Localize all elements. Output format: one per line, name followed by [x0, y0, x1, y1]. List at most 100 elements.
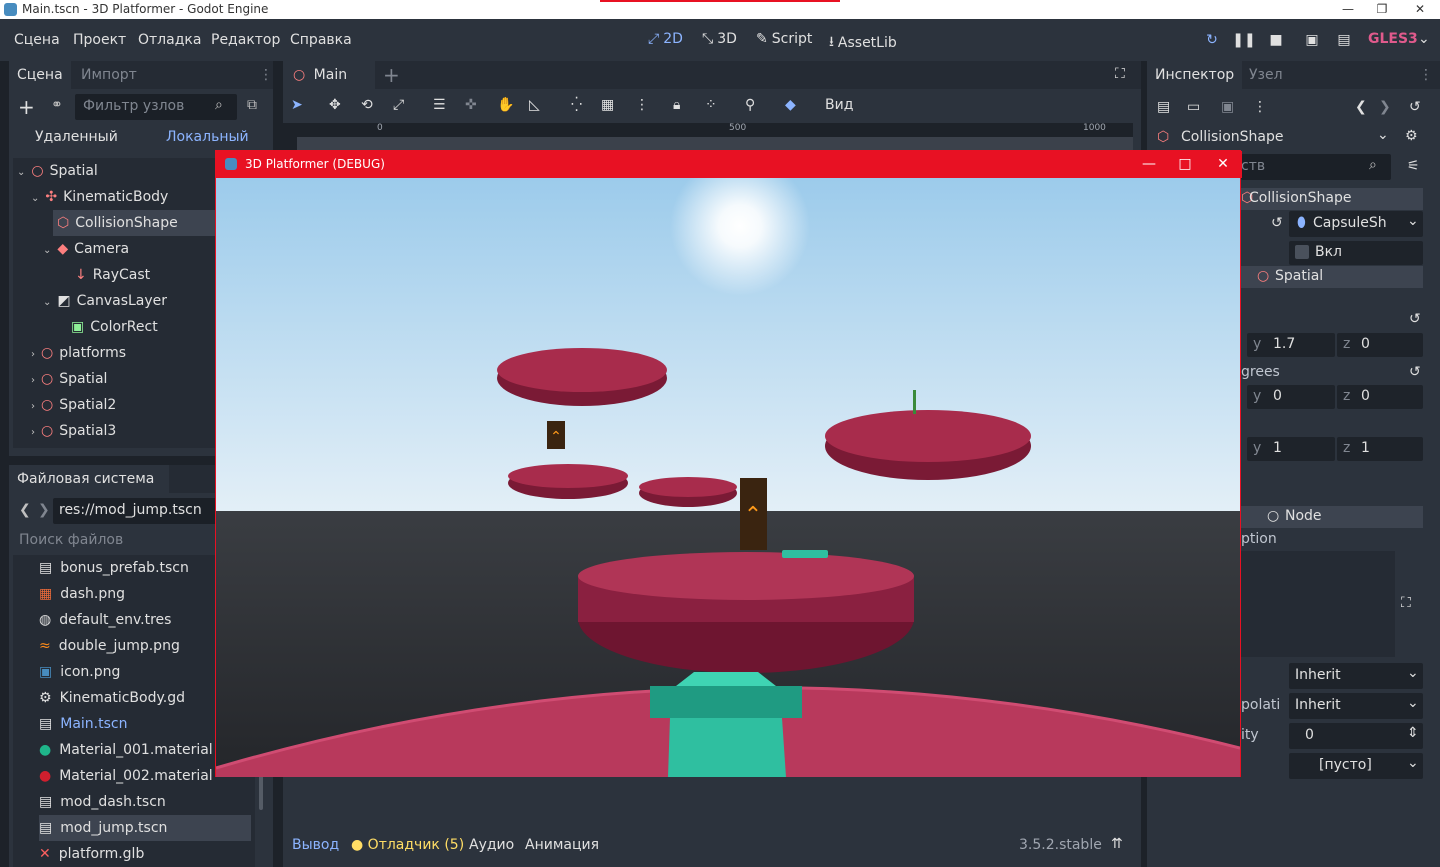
tree-node-spatial[interactable]: › ○ Spatial: [27, 366, 107, 392]
tree-node-raycast[interactable]: ↓ RayCast: [75, 262, 150, 288]
filter-options-icon[interactable]: ⚟: [1407, 158, 1420, 174]
menu-scene[interactable]: Сцена: [14, 32, 60, 48]
debugger-tab[interactable]: ● Отладчик (5): [351, 837, 464, 853]
mode-assetlib-button[interactable]: ⭳ AssetLib: [829, 31, 897, 55]
priority-spinbox[interactable]: 0 ⇕: [1289, 723, 1423, 749]
menu-project[interactable]: Проект: [73, 32, 126, 48]
menu-dots-icon[interactable]: ⋮: [1253, 99, 1267, 115]
view-menu[interactable]: Вид: [825, 97, 853, 113]
ruler-tool-icon[interactable]: ◺: [529, 97, 540, 113]
output-tab[interactable]: Вывод: [292, 837, 339, 853]
description-textarea[interactable]: [1241, 551, 1395, 657]
file-item[interactable]: ✕ platform.glb: [39, 841, 144, 867]
remote-tab[interactable]: Удаленный: [35, 129, 118, 145]
group-icon[interactable]: ⁘: [705, 97, 717, 113]
revert-icon[interactable]: ↺: [1409, 364, 1421, 380]
spatial-header[interactable]: ○ Spatial: [1241, 266, 1423, 288]
tab-scene[interactable]: Сцена: [9, 61, 71, 89]
file-item-current[interactable]: ▤ Main.tscn: [39, 711, 127, 737]
tree-node-spatial3[interactable]: › ○ Spatial3: [27, 418, 116, 444]
property-filter-input[interactable]: ств ⌕: [1241, 154, 1391, 180]
back-icon[interactable]: ❮: [19, 502, 31, 518]
tree-node-camera[interactable]: ⌄ ◆ Camera: [39, 236, 129, 262]
tab-main[interactable]: ○ Main ✕: [283, 61, 375, 111]
tree-node-spatial2[interactable]: › ○ Spatial2: [27, 392, 116, 418]
chevron-down-icon[interactable]: ⌄: [1418, 31, 1430, 47]
menu-dots-icon[interactable]: ⋮: [259, 67, 273, 83]
history-back-icon[interactable]: ❮: [1355, 99, 1367, 115]
play-custom-scene-icon[interactable]: ▤: [1334, 30, 1354, 50]
node-header[interactable]: ○ Node: [1241, 506, 1423, 528]
pause-icon[interactable]: ❚❚: [1232, 30, 1255, 50]
open-folder-icon[interactable]: ▭: [1187, 99, 1200, 115]
reload-icon[interactable]: ↻: [1202, 30, 1222, 50]
menu-editor[interactable]: Редактор: [211, 32, 280, 48]
tab-inspector[interactable]: Инспектор: [1147, 61, 1243, 89]
class-header[interactable]: ⬡ CollisionShape: [1241, 188, 1423, 210]
tree-node-colorrect[interactable]: ▣ ColorRect: [71, 314, 158, 340]
translation-y-field[interactable]: y 1.7: [1247, 333, 1335, 357]
grid-snap-icon[interactable]: ▦: [601, 97, 614, 113]
link-icon[interactable]: ⚭: [51, 97, 63, 113]
physics-interpolation-select[interactable]: Inherit ⌄: [1289, 693, 1423, 719]
file-item-selected[interactable]: ▤ mod_jump.tscn: [39, 815, 251, 841]
history-forward-icon[interactable]: ❯: [1379, 99, 1391, 115]
pause-mode-select[interactable]: Inherit ⌄: [1289, 663, 1423, 689]
add-tab-icon[interactable]: +: [383, 63, 400, 87]
mode-script-button[interactable]: ✎ Script: [756, 31, 812, 47]
expand-icon[interactable]: ⛶: [1401, 595, 1411, 611]
file-search-input[interactable]: Поиск файлов: [13, 528, 223, 554]
game-close-button[interactable]: ✕: [1204, 151, 1242, 178]
file-item[interactable]: ◍ default_env.tres: [39, 607, 171, 633]
revert-icon[interactable]: ↺: [1409, 311, 1421, 327]
file-item[interactable]: ≈ double_jump.png: [39, 633, 180, 659]
forward-icon[interactable]: ❯: [38, 502, 50, 518]
lock-icon[interactable]: 🔒︎: [673, 97, 680, 113]
revert-icon[interactable]: ↺: [1271, 215, 1283, 231]
menu-dots-icon[interactable]: ⋮: [1419, 67, 1433, 83]
translation-z-field[interactable]: z 0: [1337, 333, 1423, 357]
disabled-checkbox[interactable]: Вкл: [1289, 241, 1423, 265]
object-tools-icon[interactable]: ⚙: [1405, 128, 1418, 144]
game-maximize-button[interactable]: □: [1166, 151, 1204, 178]
game-window[interactable]: 3D Platformer (DEBUG) — □ ✕ ⌃ ⌃: [215, 150, 1242, 777]
select-tool-icon[interactable]: ➤: [291, 97, 303, 113]
scale-tool-icon[interactable]: ⤢: [393, 97, 404, 113]
stop-icon[interactable]: ■: [1266, 30, 1286, 50]
tree-node-canvaslayer[interactable]: ⌄ ◩ CanvasLayer: [39, 288, 167, 314]
bone-icon[interactable]: ⚲: [745, 97, 755, 113]
move-tool-icon[interactable]: ✥: [329, 97, 341, 113]
add-node-icon[interactable]: +: [18, 95, 35, 119]
snap-options-icon[interactable]: ⋮: [635, 97, 649, 113]
file-item[interactable]: ⚙ KinematicBody.gd: [39, 685, 185, 711]
save-icon[interactable]: ▣: [1221, 99, 1234, 115]
file-item[interactable]: ● Material_002.material: [39, 763, 213, 789]
shape-selector[interactable]: ⬮ CapsuleSh ⌄: [1289, 211, 1423, 237]
expand-panel-icon[interactable]: ⇈: [1111, 836, 1123, 852]
scale-z-field[interactable]: z 1: [1337, 437, 1423, 461]
fullscreen-icon[interactable]: ⛶: [1115, 66, 1125, 82]
file-item[interactable]: ▦ dash.png: [39, 581, 125, 607]
pivot-tool-icon[interactable]: ✜: [465, 97, 477, 113]
camera-override-icon[interactable]: ◆: [785, 97, 796, 113]
rotation-z-field[interactable]: z 0: [1337, 385, 1423, 409]
object-selector[interactable]: ⬡ CollisionShape ⌄: [1153, 125, 1393, 151]
node-filter-input[interactable]: Фильтр узлов ⌕: [75, 94, 237, 120]
tree-node-spatial-root[interactable]: ⌄ ○ Spatial: [13, 158, 98, 184]
tab-filesystem[interactable]: Файловая система: [9, 465, 169, 493]
close-button[interactable]: ✕: [1397, 0, 1440, 19]
file-item[interactable]: ▤ bonus_prefab.tscn: [39, 555, 189, 581]
smart-snap-icon[interactable]: ⁛: [571, 97, 582, 113]
instance-scene-icon[interactable]: ⧉: [247, 97, 257, 113]
mode-3d-button[interactable]: ⤡ 3D: [702, 31, 737, 47]
spin-arrows-icon[interactable]: ⇕: [1407, 725, 1419, 741]
local-tab[interactable]: Локальный: [166, 129, 249, 145]
scale-y-field[interactable]: y 1: [1247, 437, 1335, 461]
script-resource-picker[interactable]: [пусто] ⌄: [1289, 753, 1423, 779]
audio-tab[interactable]: Аудио: [469, 837, 514, 853]
tree-node-platforms[interactable]: › ○ platforms: [27, 340, 126, 366]
renderer-label[interactable]: GLES3: [1368, 31, 1418, 47]
list-select-icon[interactable]: ☰: [433, 97, 446, 113]
file-item[interactable]: ▤ mod_dash.tscn: [39, 789, 166, 815]
path-field[interactable]: res://mod_jump.tscn: [53, 498, 223, 524]
